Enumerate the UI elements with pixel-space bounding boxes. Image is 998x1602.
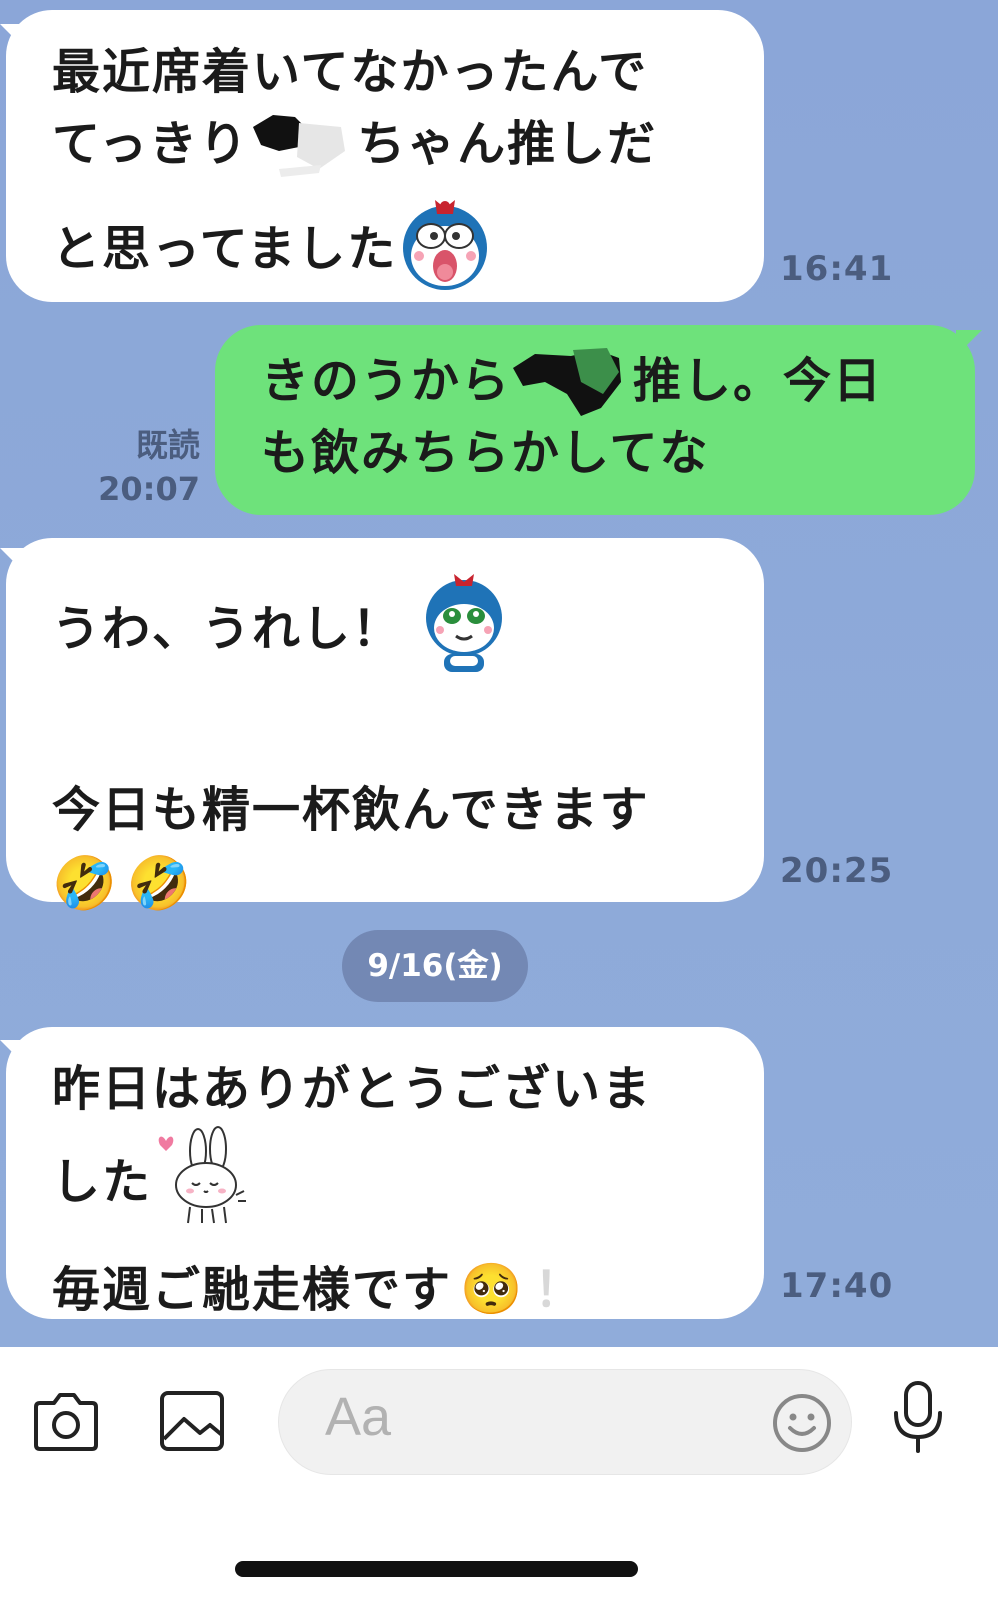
- message-text-line: うわ、うれし！: [52, 570, 764, 694]
- message-bubble-outgoing[interactable]: きのうから 推し。今日 も飲みちらかしてな: [215, 325, 975, 515]
- message-time: 20:07: [98, 470, 200, 508]
- message-text: も飲みちらかしてな: [261, 425, 710, 481]
- microphone-icon[interactable]: [892, 1381, 944, 1457]
- emoji-icon[interactable]: [771, 1392, 833, 1458]
- home-indicator: [235, 1561, 638, 1577]
- message-time: 17:40: [780, 1266, 894, 1306]
- message-time: 20:25: [780, 851, 894, 891]
- message-text: 今日も精一杯飲んできます: [52, 782, 650, 838]
- emoji-line: 🤣🤣: [52, 854, 202, 914]
- message-text: うわ、うれし！: [52, 601, 403, 657]
- date-divider: 9/16(金): [342, 930, 528, 1002]
- chat-area[interactable]: 最近席着いてなかったんで てっきり ちゃん推しだ と思ってました 16:41 既…: [0, 0, 998, 1347]
- pleading-face-emoji: 🥺: [460, 1260, 525, 1318]
- message-bubble-incoming[interactable]: 最近席着いてなかったんで てっきり ちゃん推しだ と思ってました: [6, 10, 764, 302]
- message-time: 16:41: [780, 249, 894, 289]
- message-text: 毎週ご馳走様です: [52, 1262, 453, 1318]
- input-placeholder: Aa: [325, 1387, 392, 1447]
- bubble-tail: [956, 330, 982, 356]
- exclamation-mark: ！: [534, 1262, 585, 1318]
- message-text-line: てっきり ちゃん推しだ: [52, 108, 764, 180]
- camera-icon[interactable]: [34, 1389, 98, 1455]
- message-input-bar: Aa: [0, 1347, 998, 1602]
- message-text: 推し。今日: [633, 353, 884, 409]
- read-label: 既読: [135, 426, 200, 464]
- read-receipt: 既読 20:07: [90, 420, 200, 508]
- message-text: てっきり: [52, 116, 250, 172]
- redacted-name: [511, 348, 633, 416]
- message-bubble-incoming[interactable]: うわ、うれし！ 今日も精一杯飲んできます 🤣🤣: [6, 538, 764, 914]
- message-text-line: きのうから 推し。今日: [261, 345, 975, 417]
- message-text-line: 毎週ご馳走様です 🥺！: [52, 1253, 764, 1326]
- message-text: 昨日はありがとうございま: [52, 1061, 653, 1117]
- message-text: ちゃん推しだ: [357, 116, 658, 172]
- redacted-name: [249, 115, 357, 177]
- message-text-line: した: [52, 1125, 764, 1245]
- message-text: きのうから: [261, 353, 512, 409]
- bunny-bowing-sticker: [152, 1125, 252, 1245]
- message-text: 最近席着いてなかったんで: [52, 44, 649, 100]
- image-icon[interactable]: [160, 1389, 224, 1455]
- message-bubble-incoming[interactable]: 昨日はありがとうございま した 毎週ご馳走様です 🥺！: [6, 1027, 764, 1319]
- kokin-chan-smiling-sticker: [420, 570, 508, 694]
- message-text-line: と思ってました: [52, 192, 764, 312]
- kokin-chan-shocked-sticker: [397, 192, 493, 312]
- message-text: と思ってました: [52, 221, 398, 277]
- message-input[interactable]: Aa: [278, 1369, 852, 1475]
- message-text: した: [52, 1154, 153, 1210]
